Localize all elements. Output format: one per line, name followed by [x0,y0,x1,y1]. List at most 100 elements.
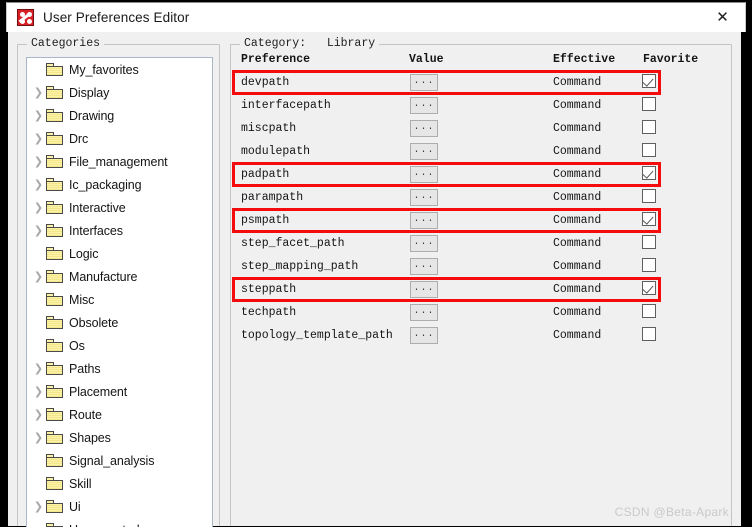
folder-icon [46,454,63,467]
categories-legend: Categories [27,37,104,50]
favorite-checkbox[interactable] [642,74,656,88]
sidebar-item-label: Manufacture [69,270,137,284]
table-row[interactable]: step_facet_path...Command [231,232,731,255]
column-header-favorite: Favorite [643,53,698,66]
chevron-right-icon[interactable]: ❯ [31,87,46,98]
favorite-checkbox[interactable] [642,327,656,341]
sidebar-item-label: Paths [69,362,100,376]
chevron-right-icon[interactable]: ❯ [31,386,46,397]
sidebar-item-ui[interactable]: ❯ Ui [27,495,212,518]
chevron-right-icon[interactable]: ❯ [31,179,46,190]
chevron-right-icon[interactable]: ❯ [31,156,46,167]
sidebar-item-placement[interactable]: ❯Placement [27,380,212,403]
sidebar-item-skill[interactable]: Skill [27,472,212,495]
favorite-checkbox[interactable] [642,189,656,203]
value-ellipsis-button[interactable]: ... [410,120,438,137]
favorite-checkbox[interactable] [642,143,656,157]
sidebar-item-interactive[interactable]: ❯Interactive [27,196,212,219]
sidebar-item-ic_packaging[interactable]: ❯Ic_packaging [27,173,212,196]
chevron-right-icon[interactable]: ❯ [31,202,46,213]
table-row[interactable]: modulepath...Command [231,140,731,163]
chevron-right-icon[interactable]: ❯ [31,225,46,236]
sidebar-item-logic[interactable]: Logic [27,242,212,265]
sidebar-item-paths[interactable]: ❯ Paths [27,357,212,380]
category-tree[interactable]: My_favorites ❯Display❯Drawing❯Drc❯File_ma… [26,57,213,527]
favorite-checkbox[interactable] [642,304,656,318]
sidebar-item-interfaces[interactable]: ❯ Interfaces [27,219,212,242]
table-row[interactable]: miscpath...Command [231,117,731,140]
sidebar-item-my_favorites[interactable]: My_favorites [27,58,212,81]
folder-icon [46,63,63,76]
close-icon[interactable]: ✕ [700,3,745,31]
sidebar-item-display[interactable]: ❯Display [27,81,212,104]
sidebar-item-signal_analysis[interactable]: Signal_analysis [27,449,212,472]
favorite-checkbox[interactable] [642,281,656,295]
favorite-checkbox[interactable] [642,97,656,111]
chevron-right-icon[interactable]: ❯ [31,432,46,443]
table-row[interactable]: topology_template_path...Command [231,324,731,347]
value-ellipsis-button[interactable]: ... [410,235,438,252]
sidebar-item-route[interactable]: ❯Route [27,403,212,426]
title-bar: User Preferences Editor ✕ [6,2,746,32]
chevron-right-icon[interactable]: ❯ [31,363,46,374]
table-row[interactable]: psmpath... Command [231,209,731,232]
sidebar-item-label: Interfaces [69,224,123,238]
value-ellipsis-button[interactable]: ... [410,143,438,160]
chevron-right-icon[interactable]: ❯ [31,110,46,121]
folder-icon [46,293,63,306]
favorite-checkbox[interactable] [642,258,656,272]
value-ellipsis-button[interactable]: ... [410,166,438,183]
sidebar-item-misc[interactable]: Misc [27,288,212,311]
effective-value: Command [553,122,601,135]
favorite-checkbox[interactable] [642,212,656,226]
folder-icon [46,362,63,375]
sidebar-item-os[interactable]: Os [27,334,212,357]
folder-icon [46,86,63,99]
effective-value: Command [553,283,601,296]
sidebar-item-label: Ui [69,500,81,514]
effective-value: Command [553,214,601,227]
preference-name: techpath [241,306,296,319]
favorite-checkbox[interactable] [642,166,656,180]
favorite-checkbox[interactable] [642,235,656,249]
sidebar-item-drc[interactable]: ❯Drc [27,127,212,150]
chevron-right-icon[interactable]: ❯ [31,133,46,144]
sidebar-item-manufacture[interactable]: ❯ Manufacture [27,265,212,288]
table-row[interactable]: interfacepath...Command [231,94,731,117]
preference-name: steppath [241,283,296,296]
folder-icon [46,109,63,122]
table-row[interactable]: steppath... Command [231,278,731,301]
value-ellipsis-button[interactable]: ... [410,258,438,275]
sidebar-item-drawing[interactable]: ❯Drawing [27,104,212,127]
chevron-right-icon[interactable]: ❯ [31,271,46,282]
folder-icon [46,224,63,237]
value-ellipsis-button[interactable]: ... [410,97,438,114]
preference-name: psmpath [241,214,289,227]
value-ellipsis-button[interactable]: ... [410,281,438,298]
sidebar-item-obsolete[interactable]: Obsolete [27,311,212,334]
sidebar-item-label: Shapes [69,431,111,445]
sidebar-item-label: My_favorites [69,63,139,77]
value-ellipsis-button[interactable]: ... [410,304,438,321]
category-library-legend: Category: Library [240,37,379,50]
table-row[interactable]: padpath...Command [231,163,731,186]
effective-value: Command [553,191,601,204]
value-ellipsis-button[interactable]: ... [410,327,438,344]
sidebar-item-shapes[interactable]: ❯ Shapes [27,426,212,449]
value-ellipsis-button[interactable]: ... [410,189,438,206]
table-row[interactable]: parampath...Command [231,186,731,209]
value-ellipsis-button[interactable]: ... [410,74,438,91]
effective-value: Command [553,76,601,89]
value-ellipsis-button[interactable]: ... [410,212,438,229]
sidebar-item-label: Unsupported [69,523,139,527]
table-row[interactable]: step_mapping_path...Command [231,255,731,278]
chevron-right-icon[interactable]: ❯ [31,501,46,512]
table-row[interactable]: devpath...Command [231,71,731,94]
cadence-app-icon [17,9,34,26]
sidebar-item-file_management[interactable]: ❯File_management [27,150,212,173]
favorite-checkbox[interactable] [642,120,656,134]
chevron-right-icon[interactable]: ❯ [31,409,46,420]
table-row[interactable]: techpath...Command [231,301,731,324]
effective-value: Command [553,237,601,250]
sidebar-item-label: Signal_analysis [69,454,154,468]
